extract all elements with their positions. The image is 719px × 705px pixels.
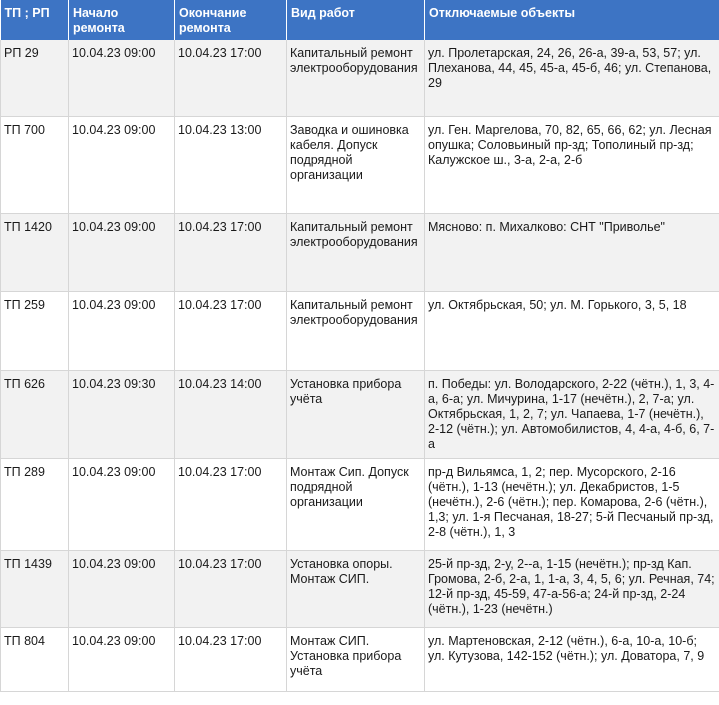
cell-objects: ул. Пролетарская, 24, 26, 26-а, 39-а, 53… [424, 40, 719, 117]
cell-objects: 25-й пр-зд, 2-у, 2--а, 1-15 (нечётн.); п… [424, 550, 719, 628]
table-row: ТП 1439 10.04.23 09:00 10.04.23 17:00 Ус… [0, 550, 719, 628]
table-row: ТП 1420 10.04.23 09:00 10.04.23 17:00 Ка… [0, 213, 719, 292]
cell-end: 10.04.23 17:00 [174, 550, 287, 628]
table-row: ТП 289 10.04.23 09:00 10.04.23 17:00 Мон… [0, 458, 719, 551]
cell-work: Установка прибора учёта [286, 370, 425, 459]
cell-end: 10.04.23 14:00 [174, 370, 287, 459]
cell-objects: ул. Ген. Маргелова, 70, 82, 65, 66, 62; … [424, 116, 719, 214]
cell-work: Монтаж Сип. Допуск подрядной организации [286, 458, 425, 551]
cell-start: 10.04.23 09:00 [68, 213, 175, 292]
cell-start: 10.04.23 09:00 [68, 627, 175, 692]
cell-work: Установка опоры. Монтаж СИП. [286, 550, 425, 628]
cell-work: Капитальный ремонт электрооборудования [286, 213, 425, 292]
cell-end: 10.04.23 13:00 [174, 116, 287, 214]
cell-station: ТП 289 [0, 458, 69, 551]
cell-objects: п. Победы: ул. Володарского, 2-22 (чётн.… [424, 370, 719, 459]
table-row: ТП 259 10.04.23 09:00 10.04.23 17:00 Кап… [0, 291, 719, 371]
cell-start: 10.04.23 09:30 [68, 370, 175, 459]
table-row: ТП 700 10.04.23 09:00 10.04.23 13:00 Зав… [0, 116, 719, 214]
cell-start: 10.04.23 09:00 [68, 458, 175, 551]
header-station: ТП ; РП [0, 0, 69, 40]
table-row: ТП 804 10.04.23 09:00 10.04.23 17:00 Мон… [0, 627, 719, 692]
header-work: Вид работ [286, 0, 425, 40]
cell-station: ТП 804 [0, 627, 69, 692]
cell-station: ТП 626 [0, 370, 69, 459]
cell-end: 10.04.23 17:00 [174, 458, 287, 551]
cell-start: 10.04.23 09:00 [68, 291, 175, 371]
cell-objects: Мясново: п. Михалково: СНТ "Приволье" [424, 213, 719, 292]
cell-objects: пр-д Вильямса, 1, 2; пер. Мусорского, 2-… [424, 458, 719, 551]
header-start: Начало ремонта [68, 0, 175, 40]
cell-objects: ул. Октябрьская, 50; ул. М. Горького, 3,… [424, 291, 719, 371]
cell-station: ТП 700 [0, 116, 69, 214]
cell-start: 10.04.23 09:00 [68, 40, 175, 117]
cell-station: ТП 259 [0, 291, 69, 371]
cell-start: 10.04.23 09:00 [68, 116, 175, 214]
cell-station: РП 29 [0, 40, 69, 117]
cell-end: 10.04.23 17:00 [174, 291, 287, 371]
outage-table: ТП ; РП Начало ремонта Окончание ремонта… [0, 0, 719, 692]
header-end: Окончание ремонта [174, 0, 287, 40]
cell-work: Капитальный ремонт электрооборудования [286, 40, 425, 117]
cell-end: 10.04.23 17:00 [174, 627, 287, 692]
header-objects: Отключаемые объекты [424, 0, 719, 40]
cell-work: Капитальный ремонт электрооборудования [286, 291, 425, 371]
cell-start: 10.04.23 09:00 [68, 550, 175, 628]
cell-station: ТП 1420 [0, 213, 69, 292]
cell-objects: ул. Мартеновская, 2-12 (чётн.), 6-а, 10-… [424, 627, 719, 692]
cell-end: 10.04.23 17:00 [174, 40, 287, 117]
table-row: ТП 626 10.04.23 09:30 10.04.23 14:00 Уст… [0, 370, 719, 459]
table-row: РП 29 10.04.23 09:00 10.04.23 17:00 Капи… [0, 40, 719, 117]
cell-end: 10.04.23 17:00 [174, 213, 287, 292]
table-header-row: ТП ; РП Начало ремонта Окончание ремонта… [0, 0, 719, 40]
cell-work: Заводка и ошиновка кабеля. Допуск подряд… [286, 116, 425, 214]
cell-work: Монтаж СИП. Установка прибора учёта [286, 627, 425, 692]
cell-station: ТП 1439 [0, 550, 69, 628]
